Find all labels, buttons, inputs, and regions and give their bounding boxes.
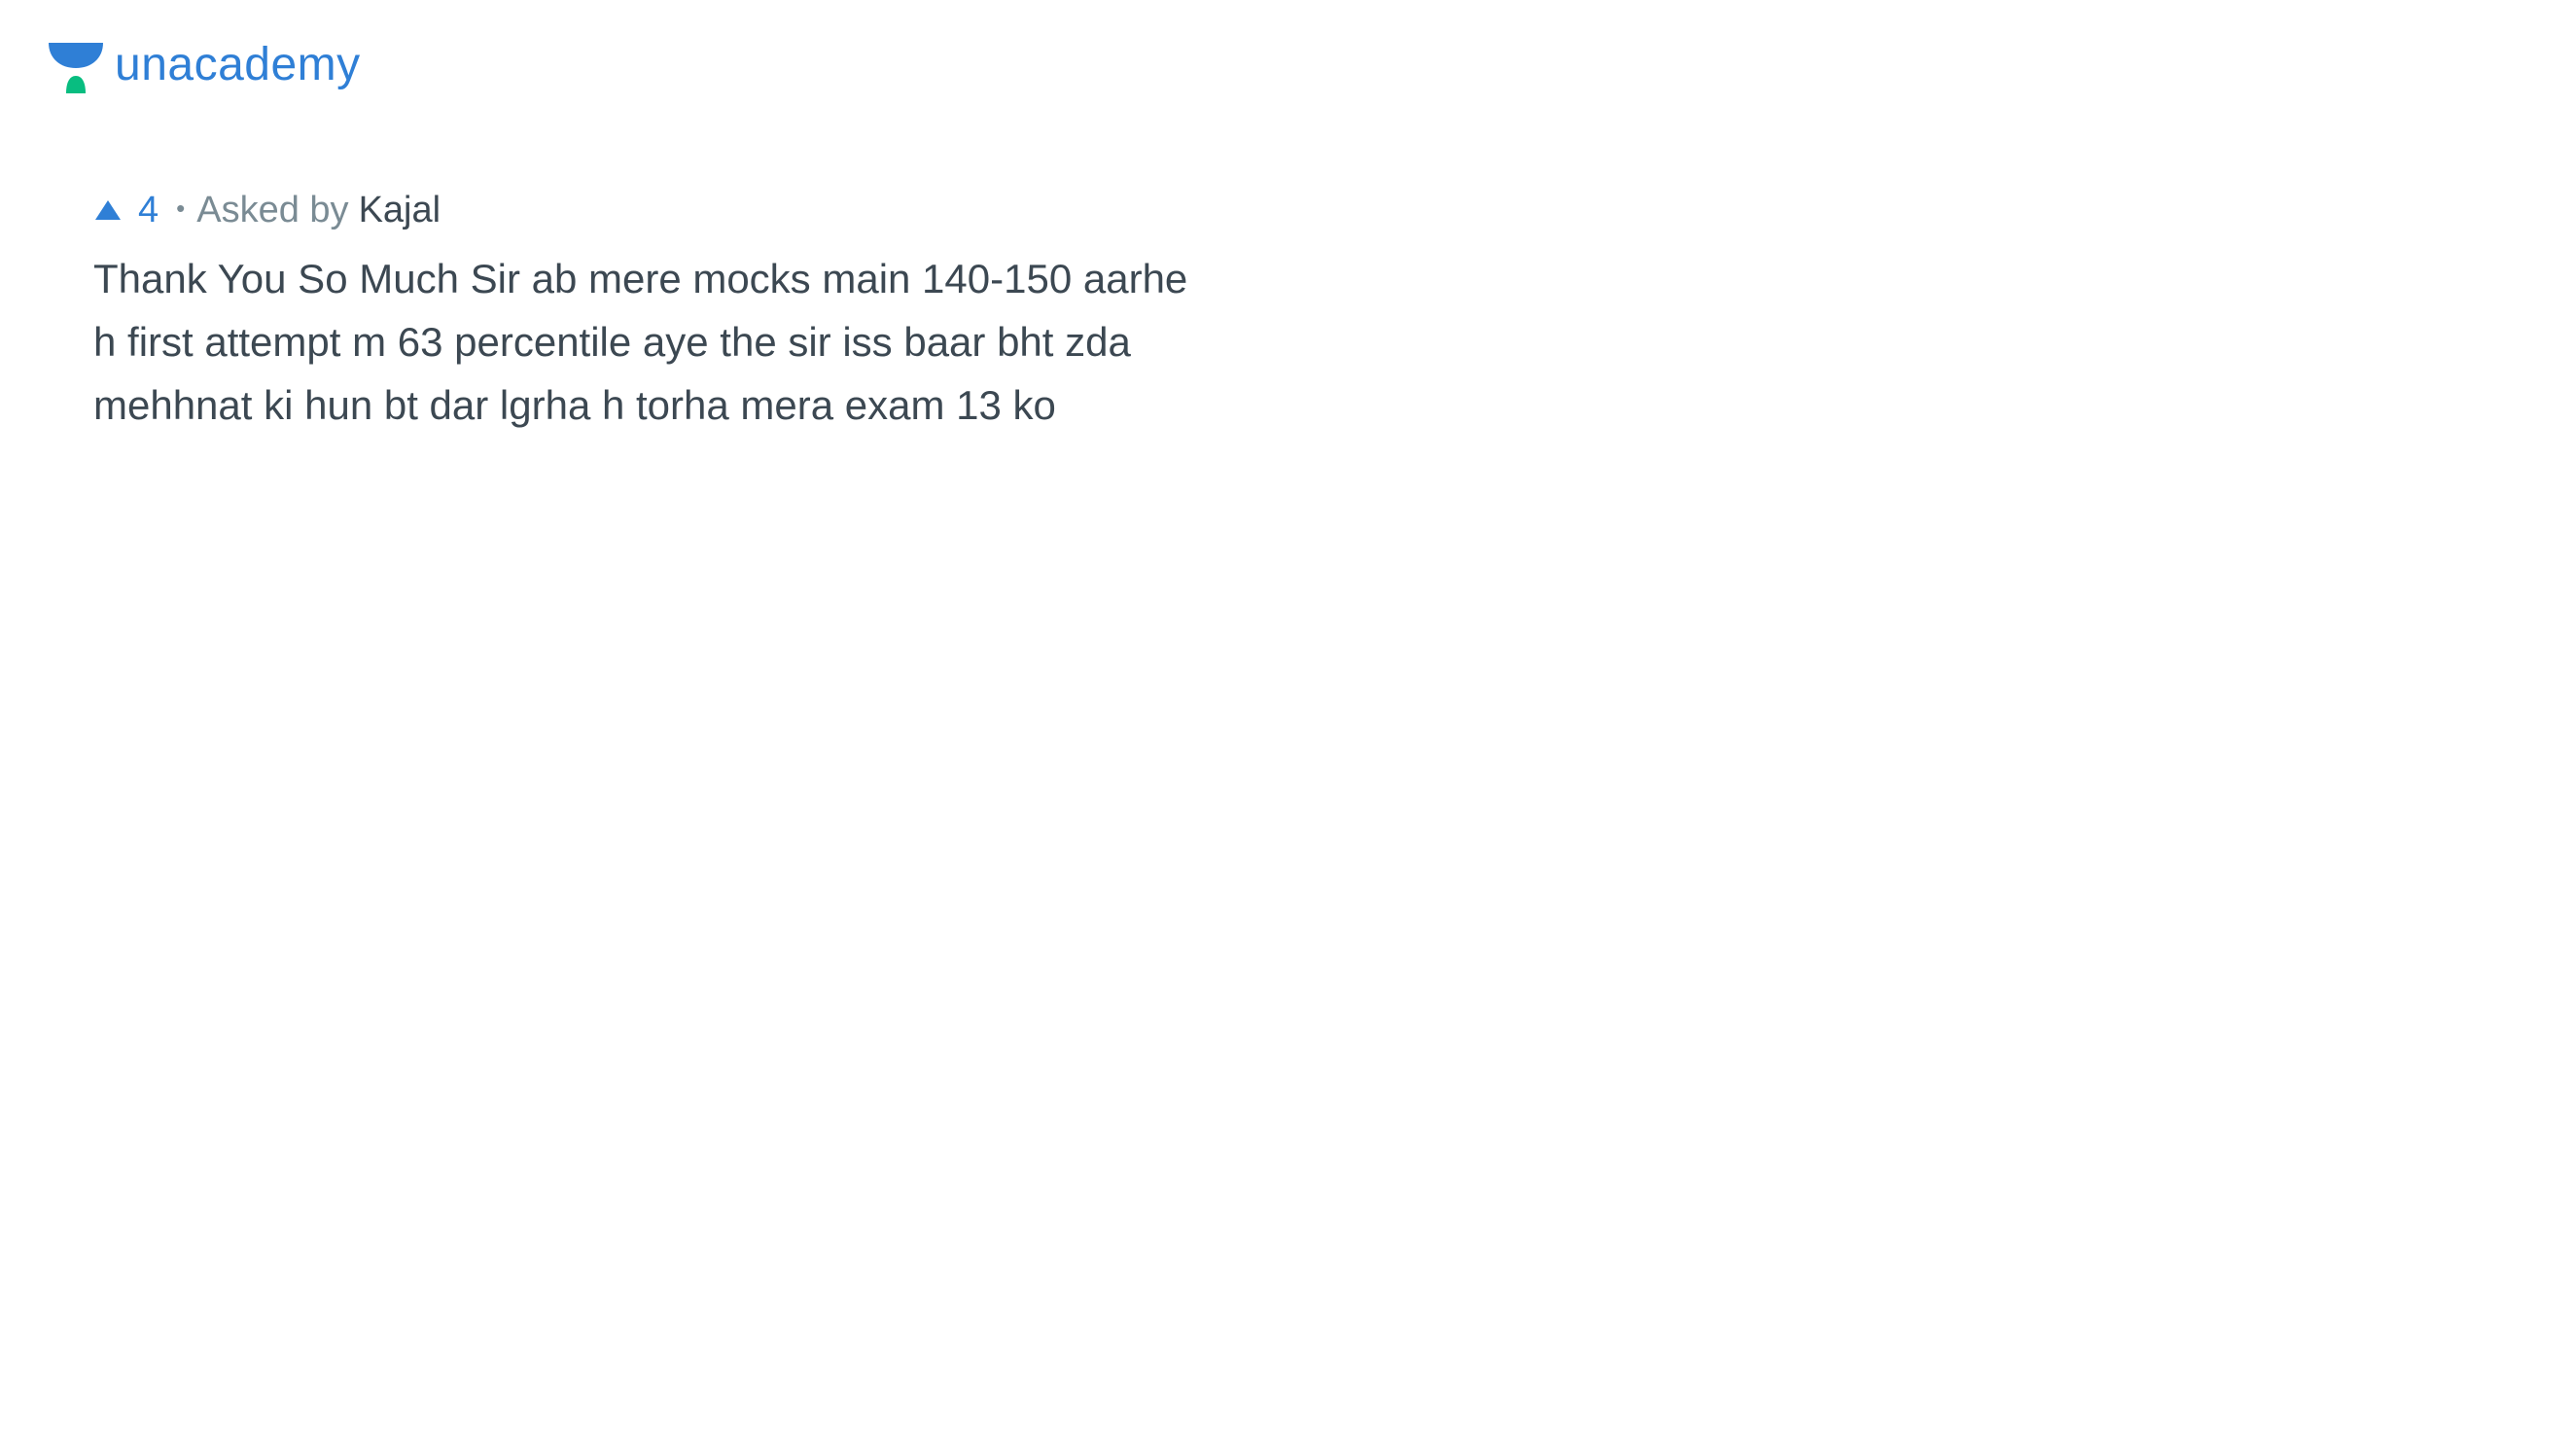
header: unacademy [47, 41, 361, 95]
unacademy-logo-icon[interactable] [47, 41, 105, 95]
vote-count: 4 [138, 190, 159, 230]
asked-by-label: Asked by [196, 190, 349, 230]
question-text: Thank You So Much Sir ab mere mocks main… [93, 256, 1188, 428]
author-name[interactable]: Kajal [359, 192, 441, 229]
brand-name[interactable]: unacademy [115, 42, 361, 88]
question-meta: 4 • Asked by Kajal [93, 183, 1280, 237]
meta-separator: • [176, 194, 186, 223]
question-card: 4 • Asked by Kajal Thank You So Much Sir… [93, 183, 1280, 437]
upvote-icon[interactable] [93, 198, 123, 222]
